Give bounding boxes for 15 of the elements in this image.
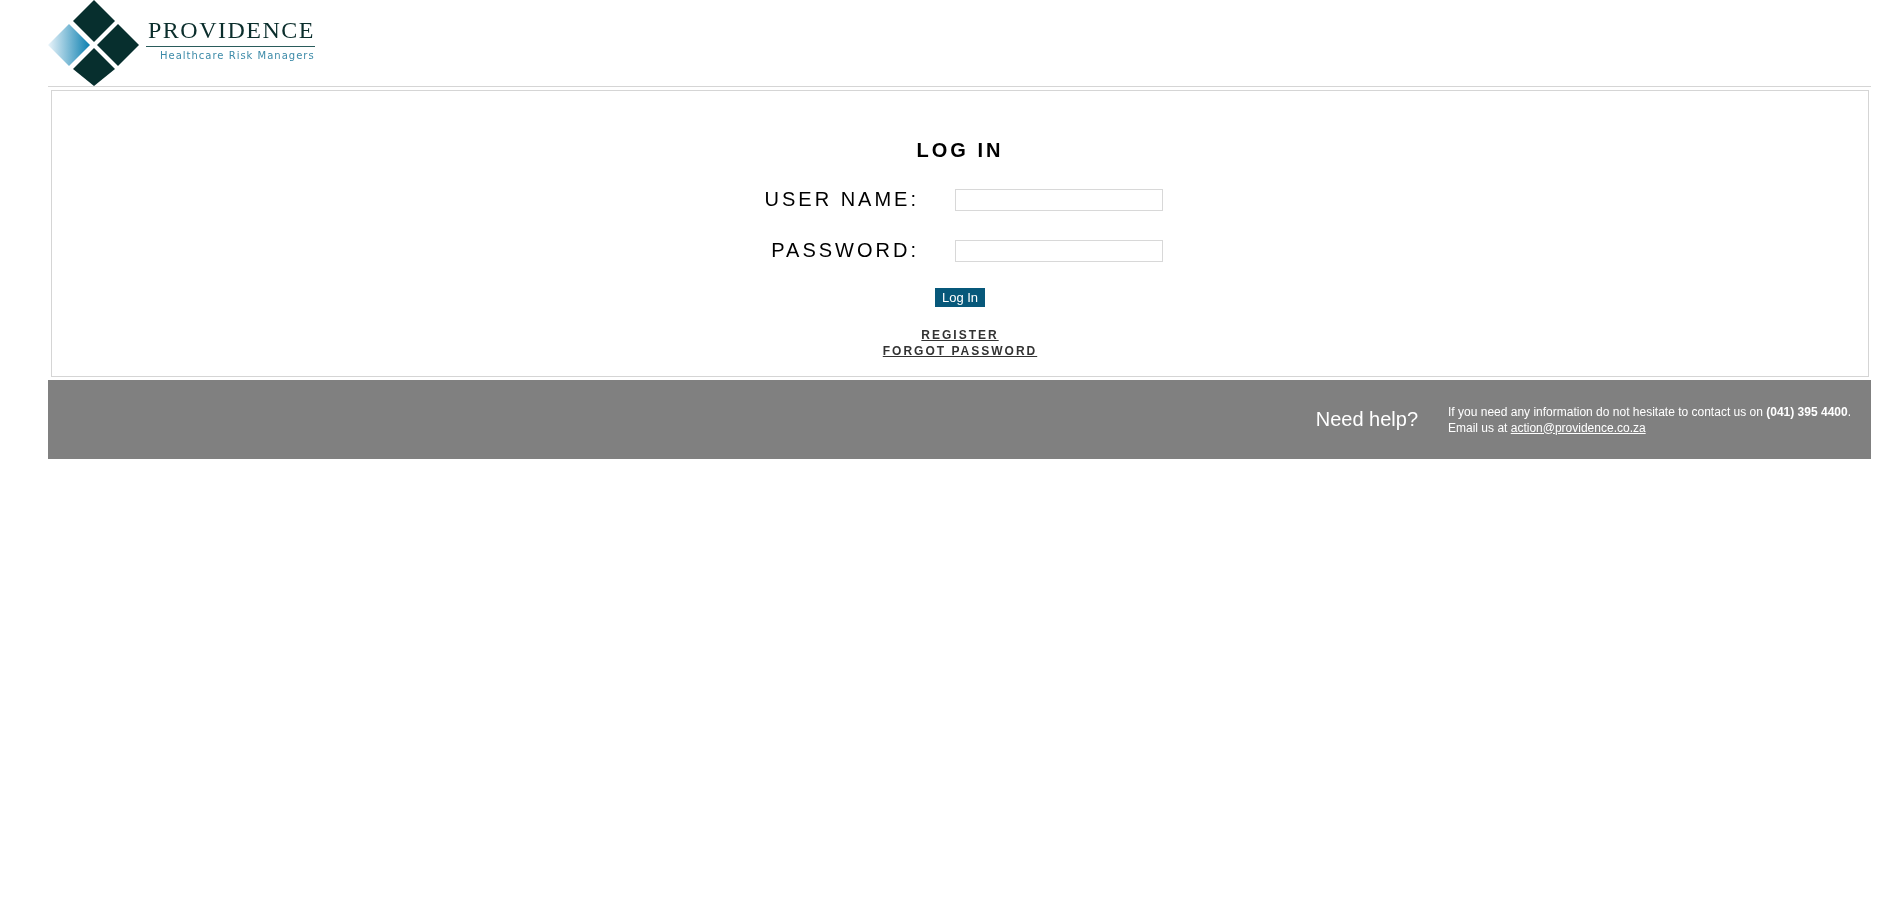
email-link[interactable]: action@providence.co.za bbox=[1510, 420, 1646, 435]
field-label: USER NAME: bbox=[763, 188, 919, 211]
email-text: Email us at action@providence.co.za bbox=[1448, 419, 1647, 436]
password-field[interactable] bbox=[955, 239, 1163, 262]
login-button[interactable]: Log In bbox=[934, 288, 986, 307]
logo-tagline: Healthcare Risk Managers bbox=[160, 50, 315, 62]
contact-text: If you need any information do not hesitate to contact us on (041) 395 4400. bbox=[1448, 403, 1851, 420]
forgot-password-link[interactable]: FORGOT PASSWORD bbox=[882, 343, 1038, 359]
login-title: LOG IN bbox=[916, 139, 1004, 162]
field-label: PASSWORD: bbox=[770, 239, 919, 262]
logo-name: PROVIDENCE bbox=[146, 16, 315, 48]
register-link[interactable]: REGISTER bbox=[921, 327, 999, 343]
help-heading: Need help? bbox=[1315, 408, 1419, 431]
diamond-logo-icon bbox=[48, 0, 140, 86]
username-field[interactable] bbox=[955, 188, 1163, 211]
